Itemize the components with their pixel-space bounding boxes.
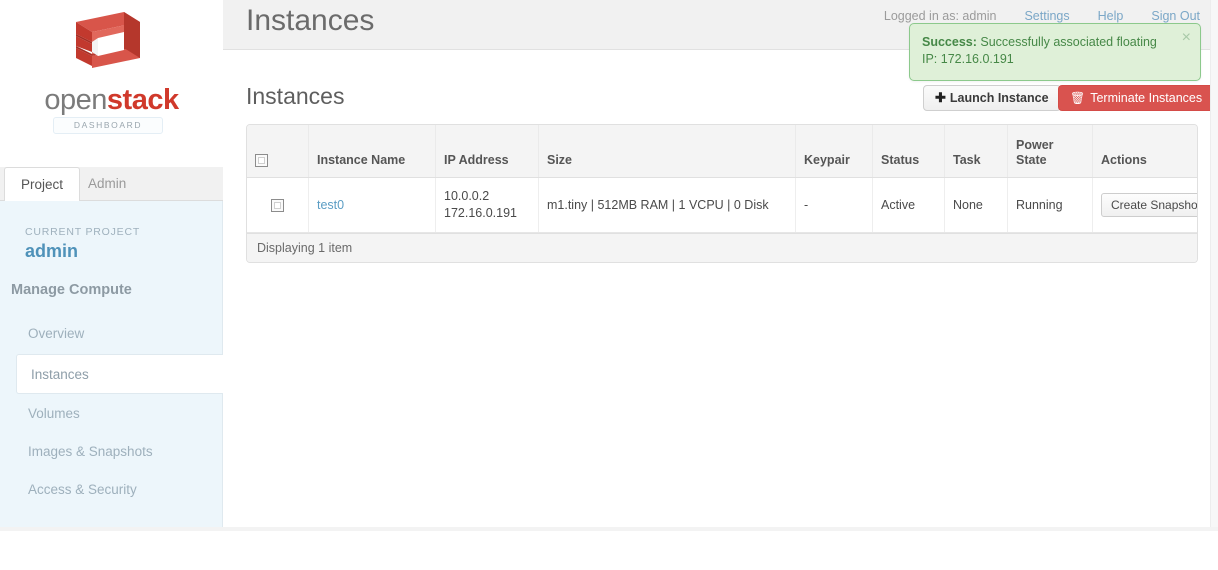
column-select-all <box>247 125 309 178</box>
brand-stack: stack <box>106 84 179 116</box>
select-all-checkbox[interactable] <box>255 154 268 168</box>
instances-table: Instance Name IP Address Size Keypair St… <box>247 125 1197 233</box>
logged-in-label: Logged in as: admin <box>883 9 997 23</box>
main-content: Instances ✚ Launch Instance 🗑 Terminate In… <box>223 51 1218 527</box>
close-icon[interactable]: × <box>1182 30 1191 46</box>
sidebar-item-images-snapshots[interactable]: Images & Snapshots <box>0 432 223 472</box>
column-status[interactable]: Status <box>872 125 945 178</box>
section-title: Instances <box>246 83 345 109</box>
page-root: Instances Logged in as: admin Settings Hel… <box>0 0 1218 570</box>
row-select-cell <box>247 177 309 233</box>
trash-icon: 🗑 <box>1070 91 1086 105</box>
table-header-row: Instance Name IP Address Size Keypair St… <box>247 125 1197 178</box>
tab-admin[interactable]: Admin <box>72 167 142 201</box>
sidebar-item-instances[interactable]: Instances <box>16 354 232 394</box>
side-navigation: CURRENT PROJECT admin Manage Compute Ove… <box>0 201 232 527</box>
row-action-button-group: Create SnapshotMore <box>1101 193 1197 217</box>
ip-address-floating: 172.16.0.191 <box>444 206 517 220</box>
success-alert: × Success: Successfully associated float… <box>909 23 1201 81</box>
tab-project[interactable]: Project <box>4 167 81 202</box>
project-admin-tabs: Project Admin <box>0 167 223 202</box>
instances-table-wrapper: Instance Name IP Address Size Keypair St… <box>246 124 1198 263</box>
page-title: Instances <box>246 4 375 37</box>
plus-icon: ✚ <box>935 90 946 105</box>
column-size[interactable]: Size <box>538 125 796 178</box>
user-nav: Logged in as: admin Settings Help Sign Out <box>884 9 1200 23</box>
vertical-scrollbar[interactable] <box>1210 0 1218 527</box>
column-power-state[interactable]: Power State <box>1007 125 1093 178</box>
terminate-instances-button[interactable]: 🗑 Terminate Instances <box>1058 85 1215 111</box>
create-snapshot-button[interactable]: Create Snapshot <box>1101 193 1197 217</box>
row-checkbox[interactable] <box>271 198 284 212</box>
sidebar-item-access-security[interactable]: Access & Security <box>0 470 223 510</box>
alert-prefix: Success: <box>922 35 977 49</box>
cell-ip-address: 10.0.0.2 172.16.0.191 <box>435 177 539 233</box>
cell-status: Active <box>872 177 945 233</box>
brand-open: open <box>44 84 107 116</box>
openstack-logo-icon <box>76 12 140 68</box>
cell-task: None <box>944 177 1008 233</box>
current-project-name[interactable]: admin <box>25 241 78 262</box>
help-link[interactable]: Help <box>1098 9 1124 23</box>
brand-wordmark: openstack <box>0 84 223 117</box>
dashboard-badge: DASHBOARD <box>53 117 163 134</box>
column-actions: Actions <box>1092 125 1197 178</box>
current-project-label: CURRENT PROJECT <box>25 226 141 238</box>
column-keypair[interactable]: Keypair <box>795 125 873 178</box>
table-footer-count: Displaying 1 item <box>247 233 1197 262</box>
sign-out-link[interactable]: Sign Out <box>1151 9 1200 23</box>
cell-actions: Create SnapshotMore <box>1092 177 1197 233</box>
settings-link[interactable]: Settings <box>1024 9 1069 23</box>
launch-instance-label: Launch Instance <box>949 91 1049 105</box>
page-bottom-edge <box>0 527 1218 531</box>
brand-block: openstack DASHBOARD <box>0 0 223 166</box>
instance-name-link[interactable]: test0 <box>317 198 344 212</box>
cell-instance-name: test0 <box>308 177 436 233</box>
cell-keypair: - <box>795 177 873 233</box>
terminate-instances-label: Terminate Instances <box>1090 91 1203 105</box>
sidebar: openstack DASHBOARD Project Admin CURREN… <box>0 0 232 531</box>
cell-size: m1.tiny | 512MB RAM | 1 VCPU | 0 Disk <box>538 177 796 233</box>
cell-power-state: Running <box>1007 177 1093 233</box>
column-task[interactable]: Task <box>944 125 1008 178</box>
column-instance-name[interactable]: Instance Name <box>308 125 436 178</box>
table-row: test0 10.0.0.2 172.16.0.191 m1.tiny | 51… <box>247 177 1197 233</box>
sidebar-item-overview[interactable]: Overview <box>0 314 223 354</box>
sidebar-item-volumes[interactable]: Volumes <box>0 394 223 434</box>
ip-address-primary: 10.0.0.2 <box>444 189 490 203</box>
launch-instance-button[interactable]: ✚ Launch Instance <box>923 85 1061 111</box>
nav-group-heading: Manage Compute <box>11 282 132 298</box>
column-ip-address[interactable]: IP Address <box>435 125 539 178</box>
